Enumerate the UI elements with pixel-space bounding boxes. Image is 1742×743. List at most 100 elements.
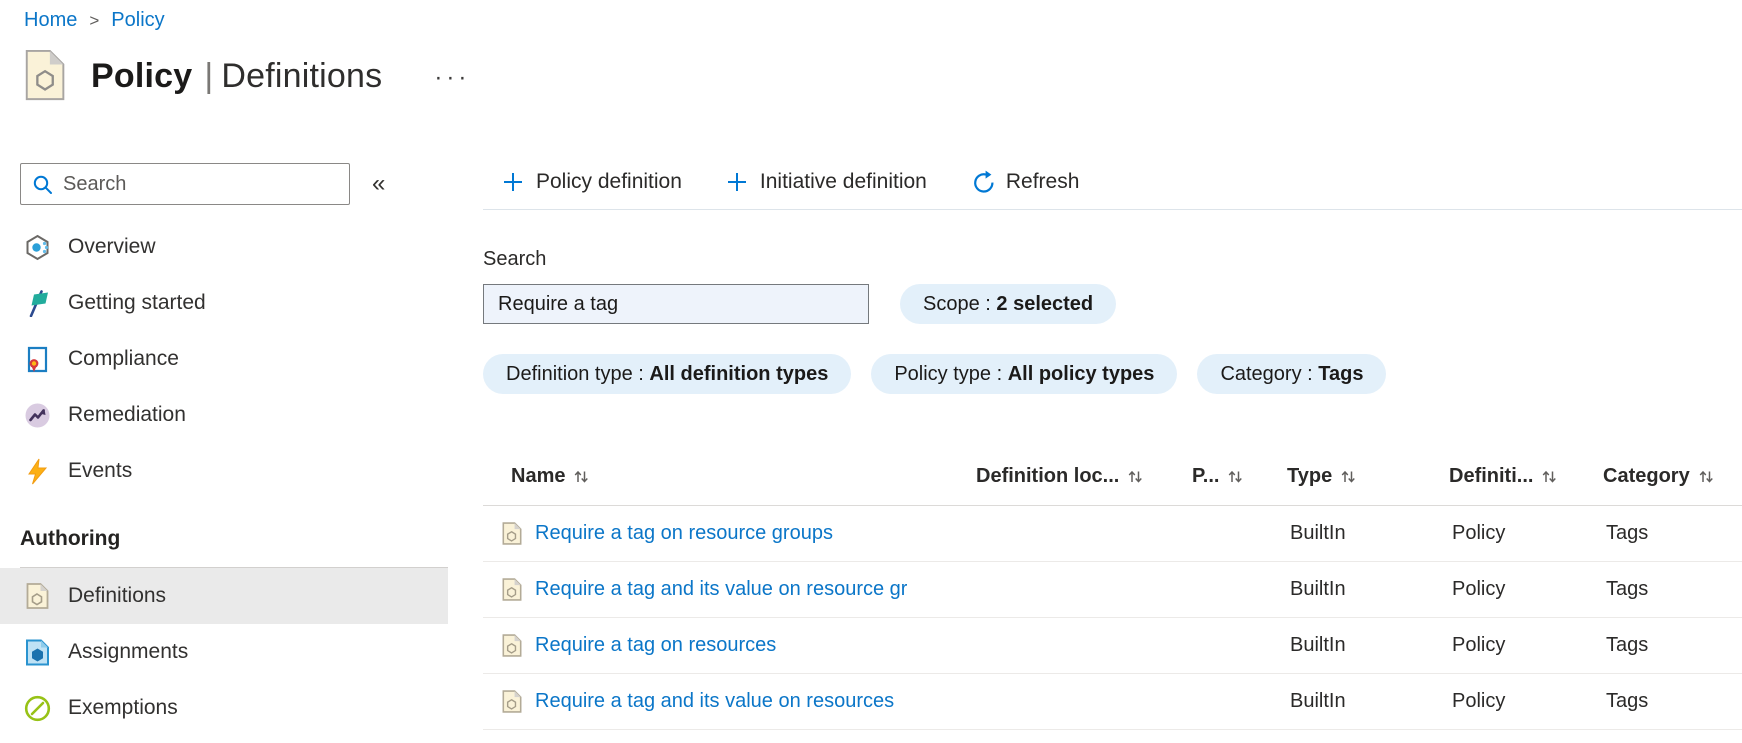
breadcrumb-home-link[interactable]: Home xyxy=(24,9,77,32)
breadcrumb-policy-link[interactable]: Policy xyxy=(111,9,164,32)
page-title-section: Definitions xyxy=(221,56,383,95)
pill-value: All policy types xyxy=(1007,362,1155,385)
definition-type-cell: Policy xyxy=(1452,634,1506,656)
sidebar-section-authoring: Authoring xyxy=(20,527,121,550)
policy-page-icon xyxy=(25,50,65,101)
sidebar-item-compliance[interactable]: Compliance xyxy=(0,331,448,387)
sidebar-item-events[interactable]: Events xyxy=(0,443,448,499)
assignments-icon xyxy=(24,639,51,666)
column-label: Definition loc... xyxy=(976,465,1120,487)
overview-icon xyxy=(24,234,51,261)
definition-link[interactable]: Require a tag and its value on resource … xyxy=(535,578,907,601)
sidebar-item-label: Compliance xyxy=(68,347,179,370)
category-cell: Tags xyxy=(1606,522,1649,544)
pill-label: Policy type xyxy=(894,362,992,385)
sidebar-item-label: Overview xyxy=(68,235,156,258)
main-content: Policy definition Initiative definition … xyxy=(483,140,1742,730)
pill-label: Scope xyxy=(923,292,980,315)
definition-link[interactable]: Require a tag on resources xyxy=(535,634,776,657)
refresh-button[interactable]: Refresh xyxy=(971,169,1080,194)
sort-icon xyxy=(1228,470,1243,483)
definitions-table: Name Definition loc... P... Type Definit… xyxy=(483,448,1742,730)
column-header-category[interactable]: Category xyxy=(1603,465,1742,488)
column-label: P... xyxy=(1192,465,1220,487)
table-row: Require a tag and its value on resources… xyxy=(483,674,1742,730)
definition-link[interactable]: Require a tag on resource groups xyxy=(535,522,833,545)
sidebar-item-getting-started[interactable]: Getting started xyxy=(0,275,448,331)
search-icon xyxy=(33,175,52,194)
refresh-icon xyxy=(973,170,994,193)
remediation-icon xyxy=(24,401,51,429)
definition-type-filter-pill[interactable]: Definition type : All definition types xyxy=(483,354,852,394)
sidebar-search-box[interactable] xyxy=(20,163,350,205)
more-options-icon[interactable]: ··· xyxy=(434,60,470,92)
sort-icon xyxy=(1128,470,1143,483)
sidebar-item-label: Assignments xyxy=(68,640,189,663)
scope-filter-pill[interactable]: Scope : 2 selected xyxy=(900,284,1117,324)
policy-definition-icon xyxy=(502,634,522,657)
definitions-search-input[interactable] xyxy=(483,284,869,324)
sidebar-item-label: Remediation xyxy=(68,403,186,426)
column-header-policies[interactable]: P... xyxy=(1192,465,1287,488)
column-header-definition-location[interactable]: Definition loc... xyxy=(976,465,1192,488)
column-label: Type xyxy=(1287,465,1333,487)
button-label: Refresh xyxy=(1005,169,1080,193)
sidebar: « Overview Getting started Compliance Re… xyxy=(0,140,448,736)
sort-icon xyxy=(1699,470,1713,483)
definition-link[interactable]: Require a tag and its value on resources xyxy=(535,690,894,713)
button-label: Policy definition xyxy=(536,169,682,193)
category-cell: Tags xyxy=(1606,690,1649,712)
pill-label: Definition type xyxy=(506,362,633,385)
definition-type-cell: Policy xyxy=(1452,690,1506,712)
type-cell: BuiltIn xyxy=(1290,578,1346,600)
pill-label: Category xyxy=(1220,362,1302,385)
sidebar-menu: Overview Getting started Compliance Reme… xyxy=(0,219,448,736)
sidebar-item-label: Getting started xyxy=(68,291,206,314)
pill-separator: : xyxy=(1301,362,1319,385)
pill-separator: : xyxy=(991,362,1008,385)
column-header-type[interactable]: Type xyxy=(1287,465,1449,488)
search-filter-label: Search xyxy=(483,248,547,270)
category-cell: Tags xyxy=(1606,634,1649,656)
breadcrumb: Home > Policy xyxy=(24,9,165,32)
pill-value: 2 selected xyxy=(996,292,1094,315)
column-header-name[interactable]: Name xyxy=(483,465,976,488)
sidebar-item-exemptions[interactable]: Exemptions xyxy=(0,680,448,736)
table-row: Require a tag and its value on resource … xyxy=(483,562,1742,618)
table-row: Require a tag on resources BuiltIn Polic… xyxy=(483,618,1742,674)
collapse-sidebar-icon[interactable]: « xyxy=(372,172,385,196)
page-header: Policy | Definitions ··· xyxy=(24,50,470,102)
policy-definition-icon xyxy=(502,578,522,601)
column-label: Category xyxy=(1603,465,1690,487)
sort-icon xyxy=(1542,470,1557,483)
exemptions-icon xyxy=(24,695,51,722)
definition-type-cell: Policy xyxy=(1452,522,1506,544)
type-cell: BuiltIn xyxy=(1290,522,1346,544)
sidebar-item-definitions[interactable]: Definitions xyxy=(0,568,448,624)
button-label: Initiative definition xyxy=(759,169,927,193)
policy-type-filter-pill[interactable]: Policy type : All policy types xyxy=(871,354,1178,394)
sidebar-item-label: Events xyxy=(68,459,133,482)
add-initiative-definition-button[interactable]: Initiative definition xyxy=(726,170,927,194)
sort-icon xyxy=(1341,470,1356,483)
sidebar-item-assignments[interactable]: Assignments xyxy=(0,624,448,680)
category-filter-pill[interactable]: Category : Tags xyxy=(1197,354,1387,394)
compliance-icon xyxy=(24,346,51,373)
type-cell: BuiltIn xyxy=(1290,690,1346,712)
sidebar-search-input[interactable] xyxy=(63,172,338,196)
definition-type-cell: Policy xyxy=(1452,578,1506,600)
pill-separator: : xyxy=(632,362,650,385)
add-policy-definition-button[interactable]: Policy definition xyxy=(502,170,682,194)
pill-value: Tags xyxy=(1318,362,1364,385)
page-title: Policy | Definitions xyxy=(91,57,382,96)
pill-value: All definition types xyxy=(649,362,829,385)
plus-icon xyxy=(726,171,747,192)
getting-started-icon xyxy=(24,289,51,317)
policy-definition-icon xyxy=(502,690,522,713)
sidebar-item-overview[interactable]: Overview xyxy=(0,219,448,275)
sidebar-item-label: Exemptions xyxy=(68,696,178,719)
sidebar-item-remediation[interactable]: Remediation xyxy=(0,387,448,443)
type-cell: BuiltIn xyxy=(1290,634,1346,656)
column-header-definition-type[interactable]: Definiti... xyxy=(1449,465,1603,488)
pill-separator: : xyxy=(979,292,997,315)
